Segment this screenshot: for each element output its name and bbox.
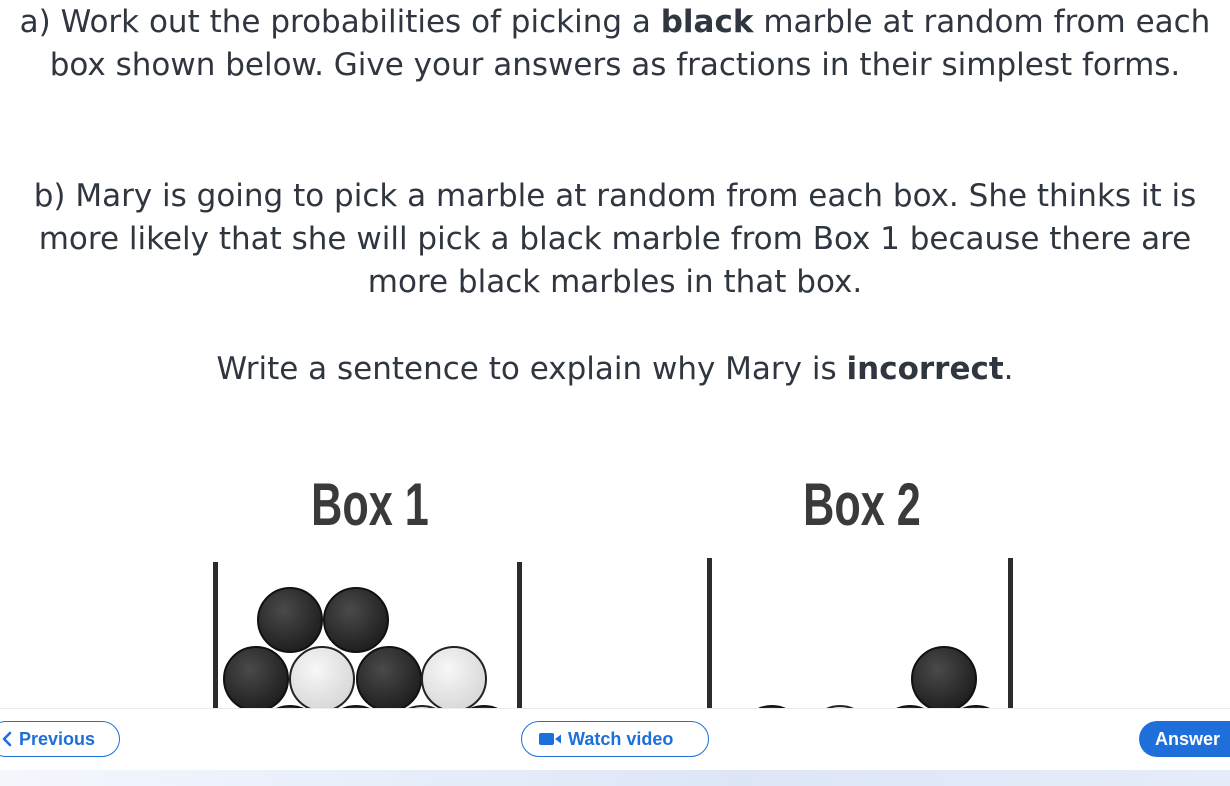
black-marble bbox=[356, 646, 422, 708]
box-2-right-wall bbox=[1008, 558, 1013, 708]
question-part-a: a) Work out the probabilities of picking… bbox=[19, 4, 1211, 83]
black-marble bbox=[257, 587, 323, 653]
marble-boxes-diagram bbox=[213, 558, 1013, 708]
box-2-title: Box 2 bbox=[803, 471, 921, 538]
footer-band bbox=[0, 770, 1230, 786]
box-1-left-wall bbox=[213, 562, 218, 708]
question-area: a) Work out the probabilities of picking… bbox=[0, 0, 1230, 708]
box-1-right-wall bbox=[517, 562, 522, 708]
box-1 bbox=[213, 562, 522, 708]
bottom-nav-bar: Previous Watch video Answer bbox=[0, 708, 1230, 786]
previous-label: Previous bbox=[19, 728, 96, 749]
bold-incorrect: incorrect bbox=[846, 351, 1004, 387]
box-1-title: Box 1 bbox=[311, 471, 429, 538]
white-marble bbox=[421, 646, 487, 708]
watch-video-label: Watch video bbox=[568, 728, 674, 749]
previous-button[interactable]: Previous bbox=[0, 721, 120, 757]
answer-label: Answer bbox=[1155, 728, 1221, 749]
answer-button[interactable]: Answer bbox=[1139, 721, 1230, 757]
box-2 bbox=[707, 558, 1013, 708]
chevron-left-icon bbox=[1, 731, 13, 747]
black-marble bbox=[323, 587, 389, 653]
white-marble bbox=[289, 646, 355, 708]
box-2-left-wall bbox=[707, 558, 712, 708]
question-instruction: Write a sentence to explain why Mary is … bbox=[216, 351, 1014, 387]
black-marble bbox=[911, 646, 977, 708]
bold-black: black bbox=[660, 4, 754, 40]
video-camera-icon bbox=[538, 731, 562, 747]
question-part-b: b) Mary is going to pick a marble at ran… bbox=[33, 178, 1197, 300]
watch-video-button[interactable]: Watch video bbox=[521, 721, 709, 757]
black-marble bbox=[223, 646, 289, 708]
